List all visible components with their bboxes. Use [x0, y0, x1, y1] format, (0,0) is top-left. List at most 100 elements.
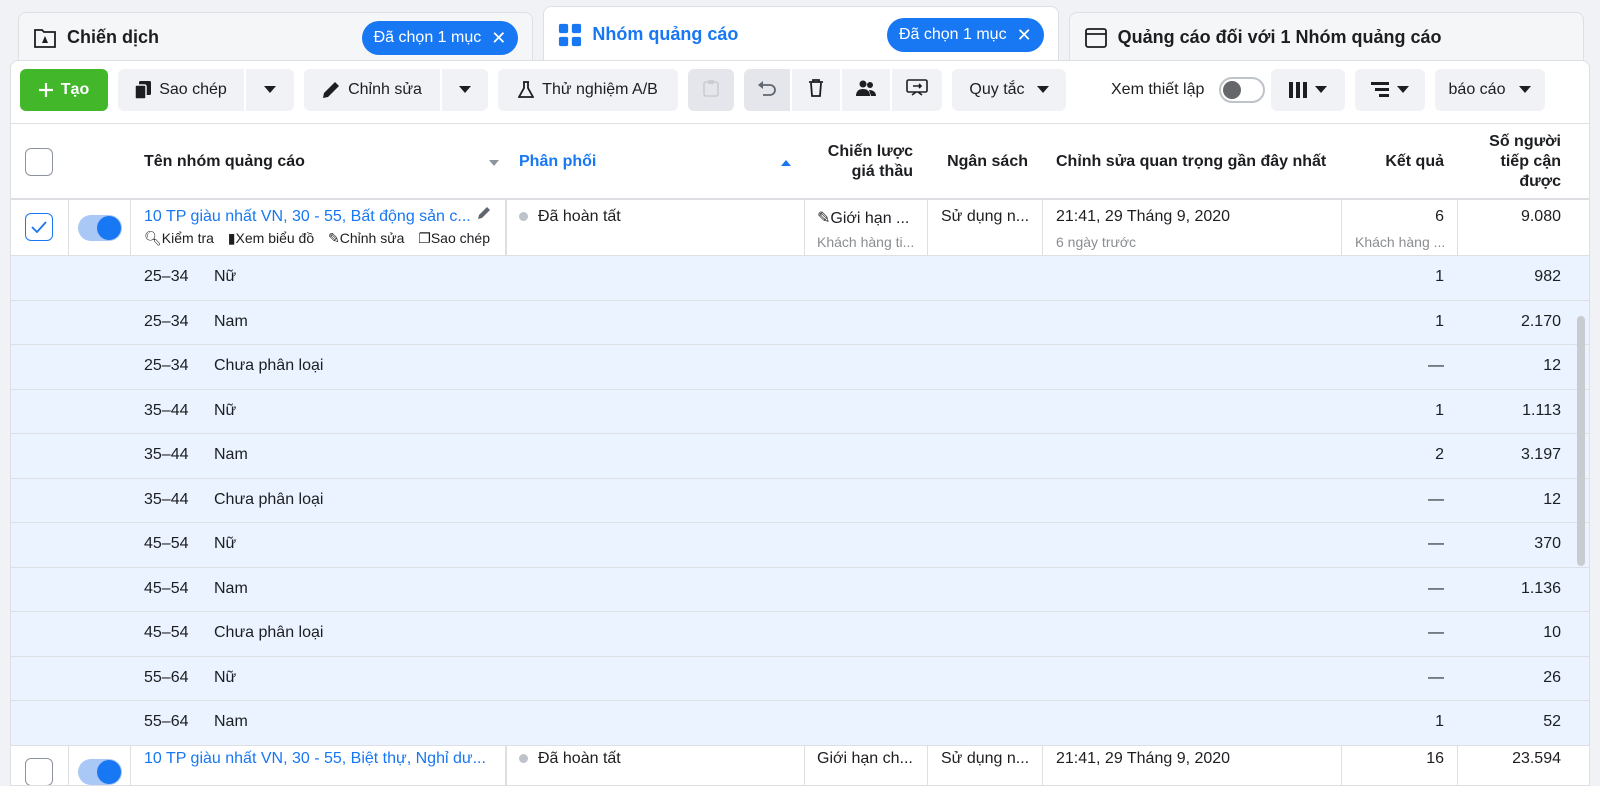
close-icon[interactable]: ✕	[1017, 26, 1032, 44]
breakdown-results: —	[1428, 668, 1444, 686]
column-header-name[interactable]: Tên nhóm quảng cáo	[144, 124, 499, 200]
caret-down-icon	[1397, 81, 1409, 99]
compare-button[interactable]	[892, 69, 942, 111]
breakdown-reach: 3.197	[1520, 446, 1561, 463]
column-header-budget[interactable]: Ngân sách	[931, 124, 1028, 200]
tab-adsets-label: Nhóm quảng cáo	[592, 24, 739, 44]
caret-down-icon	[264, 81, 276, 99]
breakdown-results: 2	[1435, 446, 1444, 463]
breakdown-row: 45–54 Nữ — 370	[11, 523, 1589, 568]
edit-name-pencil-icon[interactable]	[477, 206, 491, 225]
breakdown-reach: 12	[1543, 490, 1561, 508]
columns-icon	[1289, 82, 1307, 98]
gender: Nam	[214, 312, 248, 330]
inspect-icon: 🔍︎	[144, 230, 162, 246]
create-button[interactable]: Tạo	[20, 69, 108, 111]
duplicate-action[interactable]: ❐Sao chép	[418, 230, 490, 246]
column-header-last-edit[interactable]: Chỉnh sửa quan trọng gần đây nhất	[1056, 124, 1336, 200]
undo-button[interactable]	[744, 69, 790, 111]
paste-button[interactable]	[688, 69, 734, 111]
row-checkbox[interactable]	[25, 213, 53, 241]
chip-label: Đã chọn 1 mục	[898, 25, 1007, 43]
view-charts-action[interactable]: ▮Xem biểu đồ	[228, 230, 314, 246]
last-edit-sub: 6 ngày trước	[1056, 234, 1137, 250]
breakdown-reach: 1.136	[1520, 579, 1561, 597]
select-all-checkbox[interactable]	[25, 148, 53, 176]
gender: Chưa phân loại	[214, 624, 324, 641]
pencil-icon	[322, 81, 340, 99]
breakdown-results: —	[1428, 624, 1444, 641]
tab-campaigns[interactable]: Chiến dịch Đã chọn 1 mục ✕	[18, 12, 534, 62]
delete-button[interactable]	[792, 69, 840, 111]
delivery-status-text: Đã hoàn tất	[538, 750, 621, 767]
breakdown-button[interactable]	[1355, 69, 1425, 111]
breakdown-reach: 370	[1534, 535, 1561, 552]
audience-button[interactable]	[842, 69, 890, 111]
column-header-bid-strategy[interactable]: Chiến lược giá thầu	[811, 124, 913, 200]
ad-window-icon	[1084, 26, 1108, 50]
column-header-label: Chỉnh sửa quan trọng gần đây nhất	[1056, 153, 1327, 170]
age-range: 35–44	[144, 401, 189, 419]
rules-label: Quy tắc	[969, 81, 1025, 98]
budget-value: Sử dụng n...	[941, 208, 1030, 225]
edit-action[interactable]: ✎Chỉnh sửa	[328, 230, 404, 246]
duplicate-dropdown[interactable]	[246, 69, 294, 111]
adsets-panel: Tạo Sao chép Chỉnh sửa Thử nghiệm A/B Qu…	[10, 60, 1590, 786]
reports-label: báo cáo	[1448, 81, 1506, 98]
adset-status-toggle[interactable]	[78, 759, 122, 785]
adset-status-toggle[interactable]	[78, 215, 122, 241]
column-header-results[interactable]: Kết quả	[1351, 124, 1444, 200]
copy-icon: ❐	[418, 230, 431, 246]
gender: Nam	[214, 446, 248, 463]
campaigns-selected-chip[interactable]: Đã chọn 1 mục ✕	[361, 20, 519, 55]
bid-strategy-value[interactable]: ✎Giới hạn ...	[817, 208, 917, 228]
breakdown-results: —	[1428, 357, 1444, 374]
create-label: Tạo	[60, 81, 90, 98]
ab-test-button[interactable]: Thử nghiệm A/B	[498, 69, 678, 111]
view-setup-toggle[interactable]	[1219, 77, 1265, 103]
vertical-scrollbar[interactable]	[1577, 316, 1585, 566]
tab-adsets[interactable]: Nhóm quảng cáo Đã chọn 1 mục ✕	[543, 6, 1059, 62]
bid-strategy-sub: Khách hàng ti...	[817, 234, 915, 250]
age-range: 45–54	[144, 535, 189, 552]
duplicate-button[interactable]: Sao chép	[118, 69, 244, 111]
adsets-selected-chip[interactable]: Đã chọn 1 mục ✕	[886, 17, 1044, 52]
column-header-label: tiếp cận	[1500, 153, 1561, 170]
toggle-knob	[1223, 81, 1241, 99]
edit-dropdown[interactable]	[442, 69, 488, 111]
results-value: 6	[1435, 208, 1444, 225]
breakdown-reach: 26	[1543, 668, 1561, 686]
tab-campaigns-label: Chiến dịch	[67, 27, 160, 47]
breakdown-reach: 12	[1543, 357, 1561, 374]
edit-button[interactable]: Chỉnh sửa	[304, 69, 440, 111]
column-header-delivery[interactable]: Phân phối	[519, 124, 791, 200]
results-sub: Khách hàng ...	[1355, 234, 1445, 250]
column-header-label: Phân phối	[519, 153, 597, 170]
breakdown-reach: 2.170	[1520, 312, 1561, 330]
close-icon[interactable]: ✕	[491, 29, 506, 47]
row-checkbox[interactable]	[25, 758, 53, 785]
adset-name-link[interactable]: 10 TP giàu nhất VN, 30 - 55, Bất động sả…	[144, 208, 474, 226]
breakdown-results: —	[1428, 490, 1444, 508]
table-row[interactable]: 10 TP giàu nhất VN, 30 - 55, Biệt thự, N…	[11, 744, 1589, 785]
inspect-action[interactable]: 🔍︎Kiểm tra	[144, 230, 214, 246]
adset-name-link[interactable]: 10 TP giàu nhất VN, 30 - 55, Biệt thự, N…	[144, 750, 489, 768]
toolbar: Tạo Sao chép Chỉnh sửa Thử nghiệm A/B Qu…	[11, 61, 1589, 123]
checkmark-icon	[31, 221, 47, 233]
column-header-reach[interactable]: Số người tiếp cận được	[1461, 124, 1561, 200]
breakdown-row: 25–34 Chưa phân loại — 12	[11, 345, 1589, 390]
rules-button[interactable]: Quy tắc	[952, 69, 1066, 111]
column-header-label: Tên nhóm quảng cáo	[144, 153, 305, 170]
reach-value: 9.080	[1520, 208, 1561, 225]
ab-test-label: Thử nghiệm A/B	[542, 81, 658, 98]
reach-value: 23.594	[1512, 750, 1561, 767]
columns-button[interactable]	[1271, 69, 1345, 111]
reports-button[interactable]: báo cáo	[1435, 69, 1545, 111]
toggle-knob	[97, 760, 121, 784]
pencil-icon: ✎	[328, 230, 340, 246]
age-range: 55–64	[144, 668, 189, 686]
tab-ads[interactable]: Quảng cáo đối với 1 Nhóm quảng cáo	[1068, 12, 1584, 62]
last-edit-value: 21:41, 29 Tháng 9, 2020	[1056, 208, 1231, 225]
gender: Nữ	[214, 668, 237, 686]
table-row[interactable]: 10 TP giàu nhất VN, 30 - 55, Bất động sả…	[11, 200, 1589, 256]
